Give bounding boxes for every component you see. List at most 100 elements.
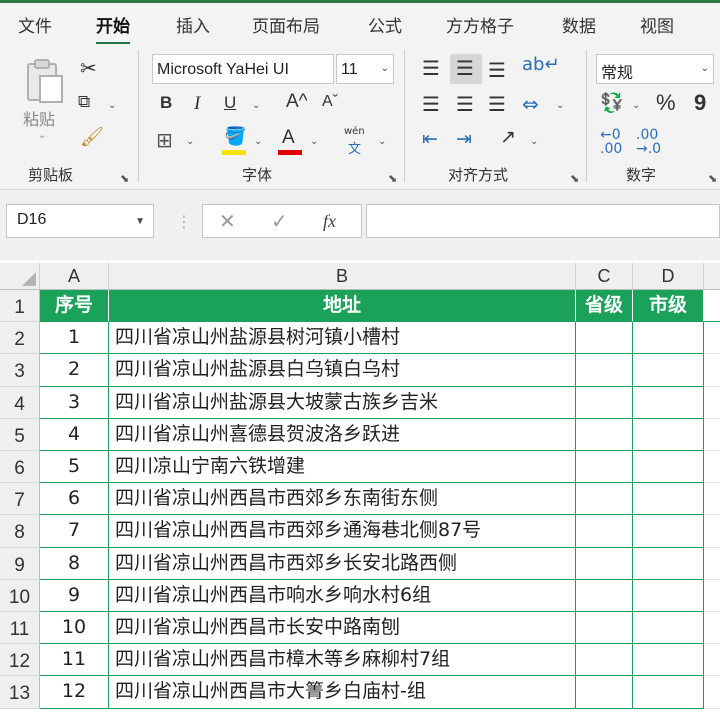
row-header[interactable]: 1 <box>0 290 40 323</box>
cell-city[interactable] <box>633 579 704 612</box>
cell-no[interactable]: 2 <box>40 354 109 387</box>
number-launcher-icon[interactable]: ⬊ <box>708 172 717 185</box>
align-center-icon[interactable]: ☰ <box>456 94 474 114</box>
row-header[interactable]: 6 <box>0 451 40 484</box>
merge-dropdown-icon[interactable]: ⌄ <box>556 100 564 111</box>
cell-no[interactable]: 10 <box>40 612 109 645</box>
column-header-b[interactable]: B <box>109 263 576 290</box>
tab-view[interactable]: 视图 <box>640 12 674 37</box>
cell-city[interactable] <box>633 515 704 548</box>
cell-e[interactable] <box>704 548 720 580</box>
cut-icon[interactable]: ✂ <box>80 58 97 78</box>
font-color-dropdown-icon[interactable]: ⌄ <box>310 136 318 147</box>
comma-style-button[interactable]: 9 <box>694 92 706 114</box>
enter-icon[interactable]: ✓ <box>271 209 288 233</box>
underline-dropdown-icon[interactable]: ⌄ <box>252 100 260 111</box>
accounting-dropdown-icon[interactable]: ⌄ <box>632 100 640 111</box>
header-cell-province[interactable]: 省级 <box>576 290 633 323</box>
format-painter-icon[interactable]: 🖌 <box>80 128 104 147</box>
bold-button[interactable]: B <box>160 94 172 111</box>
cell-e[interactable] <box>704 515 720 548</box>
tab-insert[interactable]: 插入 <box>176 12 210 37</box>
cell-city[interactable] <box>633 612 704 645</box>
column-header-c[interactable]: C <box>576 263 633 290</box>
cell-address[interactable]: 四川凉山宁南六铁增建 <box>109 451 576 484</box>
header-cell-no[interactable]: 序号 <box>40 290 109 323</box>
row-header[interactable]: 5 <box>0 418 40 451</box>
decrease-decimal-icon[interactable]: .00 →.0 <box>636 128 661 156</box>
fill-color-dropdown-icon[interactable]: ⌄ <box>254 136 262 147</box>
row-header[interactable]: 10 <box>0 579 40 612</box>
align-top-icon[interactable]: ☰ <box>422 58 440 78</box>
row-header[interactable]: 13 <box>0 676 40 709</box>
cell-e[interactable] <box>704 387 720 419</box>
column-header-a[interactable]: A <box>40 263 109 290</box>
select-all-corner[interactable] <box>0 263 40 290</box>
row-header[interactable]: 3 <box>0 354 40 387</box>
cell-city[interactable] <box>633 451 704 484</box>
orientation-icon[interactable]: ↗ <box>500 128 516 147</box>
cell-address[interactable]: 四川省凉山州盐源县白乌镇白乌村 <box>109 354 576 387</box>
row-header[interactable]: 8 <box>0 515 40 548</box>
paste-dropdown-icon[interactable]: ⌄ <box>38 130 46 141</box>
font-size-select[interactable]: 11 ⌄ <box>336 54 394 84</box>
percent-button[interactable]: % <box>656 92 676 114</box>
cancel-icon[interactable]: ✕ <box>219 209 236 233</box>
fill-color-button[interactable]: 🪣 <box>220 128 248 156</box>
copy-dropdown-icon[interactable]: ⌄ <box>108 100 116 111</box>
cell-city[interactable] <box>633 322 704 355</box>
cell-no[interactable]: 12 <box>40 676 109 709</box>
cell-address[interactable]: 四川省凉山州喜德县贺波洛乡跃进 <box>109 418 576 451</box>
cell-province[interactable] <box>576 515 633 548</box>
tab-fangfang[interactable]: 方方格子 <box>446 12 514 37</box>
cell-city[interactable] <box>633 354 704 387</box>
header-cell-address[interactable]: 地址 <box>109 290 576 323</box>
cell-e[interactable] <box>704 483 720 516</box>
cell-no[interactable]: 7 <box>40 515 109 548</box>
phonetic-button[interactable]: wén 文 <box>342 126 372 157</box>
increase-indent-icon[interactable]: ⇥ <box>456 130 472 149</box>
cell-e[interactable] <box>704 419 720 451</box>
cell-city[interactable] <box>633 676 704 709</box>
row-header[interactable]: 7 <box>0 483 40 516</box>
cell-no[interactable]: 1 <box>40 322 109 355</box>
align-left-icon[interactable]: ☰ <box>422 94 440 114</box>
cell-province[interactable] <box>576 547 633 580</box>
tab-formulas[interactable]: 公式 <box>368 12 402 37</box>
italic-button[interactable]: I <box>194 94 200 113</box>
cell-e[interactable] <box>704 451 720 484</box>
cell-e[interactable] <box>704 290 720 323</box>
cell-address[interactable]: 四川省凉山州西昌市西郊乡通海巷北侧87号 <box>109 515 576 548</box>
align-middle-icon[interactable]: ☰ <box>456 58 474 78</box>
tab-file[interactable]: 文件 <box>18 12 52 37</box>
cell-province[interactable] <box>576 418 633 451</box>
cell-province[interactable] <box>576 322 633 355</box>
cell-e[interactable] <box>704 322 720 355</box>
cell-e[interactable] <box>704 676 720 709</box>
align-bottom-icon[interactable]: ☰ <box>488 60 506 80</box>
cell-no[interactable]: 4 <box>40 418 109 451</box>
cell-province[interactable] <box>576 579 633 612</box>
cell-province[interactable] <box>576 483 633 516</box>
cell-city[interactable] <box>633 644 704 677</box>
row-header[interactable]: 2 <box>0 322 40 355</box>
cell-province[interactable] <box>576 612 633 645</box>
alignment-launcher-icon[interactable]: ⬊ <box>570 172 579 185</box>
phonetic-dropdown-icon[interactable]: ⌄ <box>378 136 386 147</box>
number-format-select[interactable]: 常规 ⌄ <box>596 54 714 84</box>
paste-button[interactable]: 粘贴 ⌄ <box>20 54 68 148</box>
cell-no[interactable]: 3 <box>40 386 109 419</box>
underline-button[interactable]: U <box>224 94 236 111</box>
cell-no[interactable]: 8 <box>40 547 109 580</box>
wrap-text-icon[interactable]: ab↵ <box>522 56 560 74</box>
font-name-select[interactable]: Microsoft YaHei UI <box>152 54 334 84</box>
shrink-font-button[interactable]: Aˇ <box>322 94 338 110</box>
grow-font-button[interactable]: A^ <box>286 92 308 111</box>
row-header[interactable]: 12 <box>0 644 40 677</box>
chevron-down-icon[interactable]: ▼ <box>135 216 145 227</box>
cell-e[interactable] <box>704 644 720 677</box>
cell-province[interactable] <box>576 644 633 677</box>
column-header-d[interactable]: D <box>633 263 704 290</box>
cell-address[interactable]: 四川省凉山州西昌市西郊乡长安北路西侧 <box>109 547 576 580</box>
cell-address[interactable]: 四川省凉山州西昌市西郊乡东南街东侧 <box>109 483 576 516</box>
